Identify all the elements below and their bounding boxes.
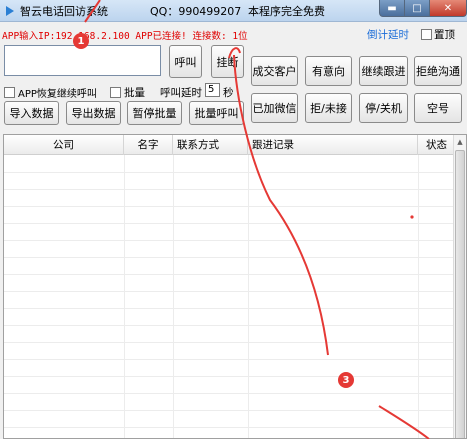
- table-row[interactable]: [4, 325, 455, 326]
- countdown-delay-link[interactable]: 倒计延时: [367, 27, 409, 42]
- batch-call-button[interactable]: 批量呼叫: [189, 101, 244, 125]
- column-company[interactable]: 公司: [4, 135, 124, 155]
- table-row[interactable]: [4, 291, 455, 292]
- table-row[interactable]: [4, 223, 455, 224]
- minimize-icon: ▬: [387, 2, 397, 14]
- phone-number-input[interactable]: [4, 45, 161, 76]
- free-notice: 本程序完全免费: [248, 5, 325, 18]
- status-interested-button[interactable]: 有意向: [305, 56, 352, 86]
- qq-label: QQ：990499207: [150, 5, 242, 18]
- pause-batch-button[interactable]: 暂停批量: [127, 101, 182, 125]
- status-refused-button[interactable]: 拒绝沟通: [414, 56, 462, 86]
- checkbox-box[interactable]: [4, 87, 15, 98]
- status-closed-deal-button[interactable]: 成交客户: [251, 56, 298, 86]
- column-divider: [418, 155, 419, 438]
- hangup-button[interactable]: 挂断: [211, 45, 244, 78]
- minimize-button[interactable]: ▬: [379, 0, 405, 17]
- records-table[interactable]: 公司 名字 联系方式 跟进记录 状态 ▲: [3, 134, 467, 439]
- call-delay-label: 呼叫延时: [160, 87, 202, 99]
- column-status[interactable]: 状态: [418, 135, 455, 155]
- batch-checkbox[interactable]: 批量: [110, 85, 145, 100]
- import-data-button[interactable]: 导入数据: [4, 101, 59, 125]
- call-delay-input[interactable]: 5: [205, 83, 220, 97]
- column-follow-up[interactable]: 跟进记录: [248, 135, 418, 155]
- status-follow-up-button[interactable]: 继续跟进: [359, 56, 408, 86]
- table-row[interactable]: [4, 257, 455, 258]
- batch-label: 批量: [124, 87, 145, 99]
- column-divider: [124, 155, 125, 438]
- scroll-up-icon[interactable]: ▲: [454, 135, 466, 149]
- table-row[interactable]: [4, 172, 455, 173]
- scroll-thumb[interactable]: [455, 150, 465, 438]
- pin-label: 置顶: [434, 29, 455, 41]
- status-stopped-off-button[interactable]: 停/关机: [359, 93, 408, 123]
- close-button[interactable]: ✕: [429, 0, 467, 17]
- column-contact[interactable]: 联系方式: [173, 135, 248, 155]
- table-row[interactable]: [4, 240, 455, 241]
- table-header: 公司 名字 联系方式 跟进记录 状态: [4, 135, 455, 155]
- table-row[interactable]: [4, 189, 455, 190]
- app-title: 智云电话回访系统: [20, 5, 108, 18]
- table-row[interactable]: [4, 427, 455, 428]
- connection-status: APP输入IP:192.168.2.100 APP已连接! 连接数: 1位: [2, 31, 248, 42]
- column-name[interactable]: 名字: [124, 135, 173, 155]
- table-row[interactable]: [4, 376, 455, 377]
- status-empty-number-button[interactable]: 空号: [414, 93, 462, 123]
- table-row[interactable]: [4, 308, 455, 309]
- table-row[interactable]: [4, 393, 455, 394]
- annotation-marker-1: 1: [73, 33, 89, 49]
- maximize-button[interactable]: □: [404, 0, 430, 17]
- status-rejected-no-answer-button[interactable]: 拒/未接: [305, 93, 352, 123]
- status-wechat-added-button[interactable]: 已加微信: [251, 93, 298, 123]
- maximize-icon: □: [412, 2, 422, 14]
- resume-calling-checkbox[interactable]: APP恢复继续呼叫: [4, 85, 97, 100]
- table-row[interactable]: [4, 206, 455, 207]
- table-row[interactable]: [4, 342, 455, 343]
- column-divider: [173, 155, 174, 438]
- resume-calling-label: APP恢复继续呼叫: [18, 89, 97, 100]
- checkbox-box[interactable]: [421, 29, 432, 40]
- column-divider: [248, 155, 249, 438]
- table-row[interactable]: [4, 410, 455, 411]
- checkbox-box[interactable]: [110, 87, 121, 98]
- close-icon: ✕: [443, 2, 453, 14]
- annotation-marker-3: 3: [338, 372, 354, 388]
- call-button[interactable]: 呼叫: [169, 45, 202, 78]
- table-row[interactable]: [4, 274, 455, 275]
- call-delay-unit: 秒: [223, 87, 234, 99]
- title-bar: 智云电话回访系统 QQ：990499207 本程序完全免费 ▬ □ ✕: [0, 0, 467, 22]
- pin-on-top-checkbox[interactable]: 置顶: [421, 27, 455, 42]
- export-data-button[interactable]: 导出数据: [66, 101, 121, 125]
- vertical-scrollbar[interactable]: ▲: [453, 135, 466, 438]
- table-row[interactable]: [4, 359, 455, 360]
- app-icon: [6, 6, 14, 16]
